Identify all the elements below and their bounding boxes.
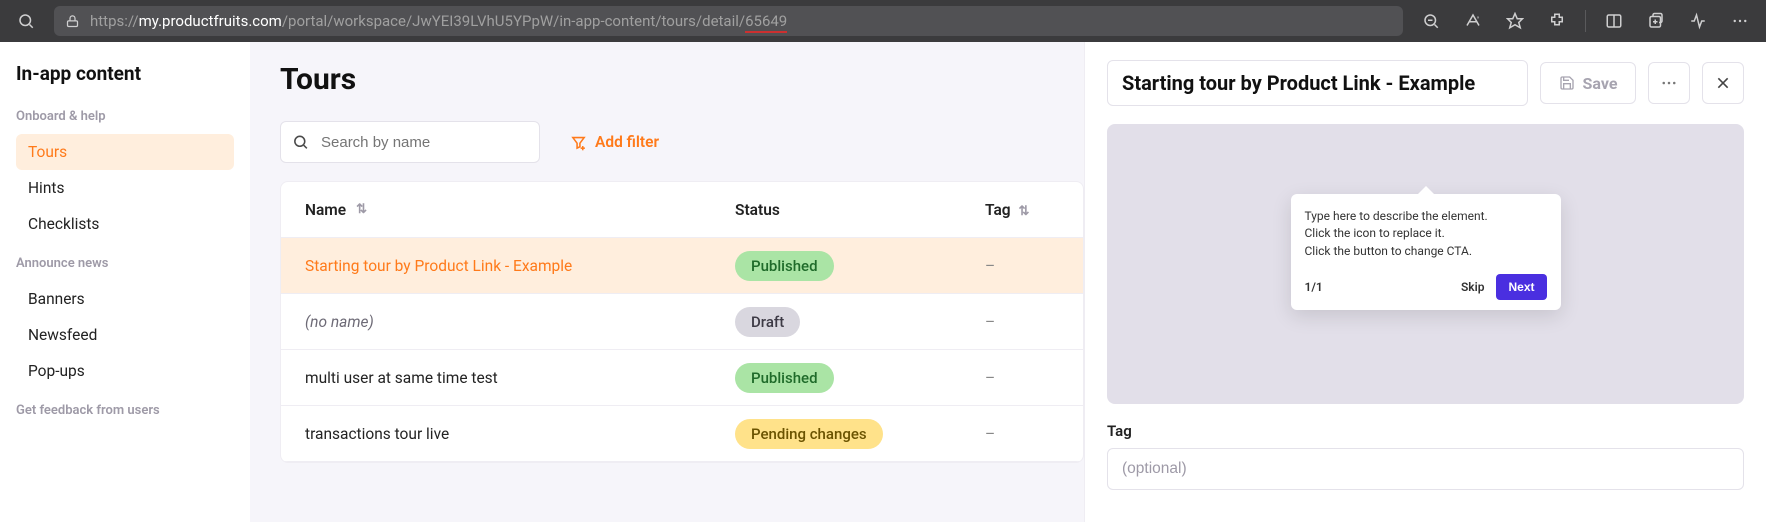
sidebar-item-banners[interactable]: Banners (16, 281, 234, 317)
sidebar-item-checklists[interactable]: Checklists (16, 206, 234, 242)
skip-button[interactable]: Skip (1461, 280, 1485, 294)
sidebar-title: In-app content (16, 62, 234, 85)
page-title: Tours (280, 62, 1084, 97)
detail-panel: Starting tour by Product Link - Example … (1084, 42, 1766, 522)
sort-icon: ⇅ (356, 202, 367, 217)
toolbar: Add filter (280, 121, 1084, 163)
sidebar: In-app content Onboard & help ToursHintsC… (0, 42, 250, 522)
status-badge: Pending changes (735, 419, 883, 449)
browser-bar: https://my.productfruits.com/portal/work… (0, 0, 1766, 42)
separator (1585, 10, 1586, 32)
tours-table: Name ⇅ Status Tag ⇅ Starting tour by Pro… (280, 181, 1084, 463)
tag-field: Tag (1107, 422, 1744, 490)
extensions-icon[interactable] (1543, 7, 1571, 35)
col-header-name[interactable]: Name ⇅ (305, 201, 735, 219)
cell-tag: – (985, 257, 1045, 275)
sidebar-item-hints[interactable]: Hints (16, 170, 234, 206)
tag-label: Tag (1107, 422, 1744, 440)
search-icon (292, 134, 309, 151)
lock-icon (64, 7, 80, 35)
read-aloud-icon[interactable]: » (1459, 7, 1487, 35)
add-filter-label: Add filter (595, 133, 659, 151)
more-options-button[interactable] (1648, 62, 1690, 104)
tooltip-card: Type here to describe the element. Click… (1291, 194, 1561, 310)
cell-status: Published (735, 363, 985, 393)
add-filter-button[interactable]: Add filter (570, 133, 659, 151)
save-button[interactable]: Save (1540, 62, 1636, 104)
collections-icon[interactable] (1642, 7, 1670, 35)
cell-name: transactions tour live (305, 425, 735, 443)
status-badge: Published (735, 363, 834, 393)
sidebar-item-pop-ups[interactable]: Pop-ups (16, 353, 234, 389)
sidebar-item-newsfeed[interactable]: Newsfeed (16, 317, 234, 353)
table-header: Name ⇅ Status Tag ⇅ (281, 182, 1083, 238)
browser-actions: » (1417, 7, 1754, 35)
col-header-status[interactable]: Status (735, 201, 985, 219)
table-row[interactable]: (no name)Draft – (281, 294, 1083, 350)
next-button[interactable]: Next (1496, 274, 1546, 300)
table-row[interactable]: Starting tour by Product Link - ExampleP… (281, 238, 1083, 294)
close-button[interactable] (1702, 62, 1744, 104)
detail-title-input[interactable]: Starting tour by Product Link - Example (1107, 60, 1528, 106)
zoom-out-icon[interactable] (1417, 7, 1445, 35)
performance-icon[interactable] (1684, 7, 1712, 35)
favorite-icon[interactable] (1501, 7, 1529, 35)
cell-tag: – (985, 369, 1045, 387)
sidebar-section-label: Onboard & help (16, 109, 234, 124)
cell-tag: – (985, 313, 1045, 331)
sort-icon: ⇅ (1018, 204, 1029, 219)
status-badge: Published (735, 251, 834, 281)
cell-status: Draft (735, 307, 985, 337)
cell-status: Pending changes (735, 419, 985, 449)
more-icon[interactable] (1726, 7, 1754, 35)
cell-name: multi user at same time test (305, 369, 735, 387)
filter-icon (570, 134, 587, 151)
url-bar[interactable]: https://my.productfruits.com/portal/work… (54, 6, 1403, 36)
cell-tag: – (985, 425, 1045, 443)
col-header-tag[interactable]: Tag ⇅ (985, 201, 1045, 219)
search-wrap (280, 121, 540, 163)
tag-input[interactable] (1107, 448, 1744, 490)
split-screen-icon[interactable] (1600, 7, 1628, 35)
cell-name: Starting tour by Product Link - Example (305, 257, 735, 275)
table-row[interactable]: multi user at same time testPublished – (281, 350, 1083, 406)
search-input[interactable] (280, 121, 540, 163)
svg-text:»: » (1477, 15, 1480, 21)
sidebar-section-label: Get feedback from users (16, 403, 234, 418)
detail-header: Starting tour by Product Link - Example … (1107, 60, 1744, 106)
step-counter: 1/1 (1305, 280, 1323, 294)
search-icon[interactable] (12, 7, 40, 35)
tooltip-text[interactable]: Type here to describe the element. Click… (1305, 208, 1547, 260)
tooltip-footer: 1/1 Skip Next (1305, 274, 1547, 300)
sidebar-section-label: Announce news (16, 256, 234, 271)
main-content: Tours Add filter Name ⇅ (250, 42, 1084, 522)
url-text: https://my.productfruits.com/portal/work… (90, 12, 787, 30)
status-badge: Draft (735, 307, 800, 337)
table-row[interactable]: transactions tour livePending changes – (281, 406, 1083, 462)
cell-name: (no name) (305, 313, 735, 331)
tour-preview: Type here to describe the element. Click… (1107, 124, 1744, 404)
sidebar-item-tours[interactable]: Tours (16, 134, 234, 170)
cell-status: Published (735, 251, 985, 281)
